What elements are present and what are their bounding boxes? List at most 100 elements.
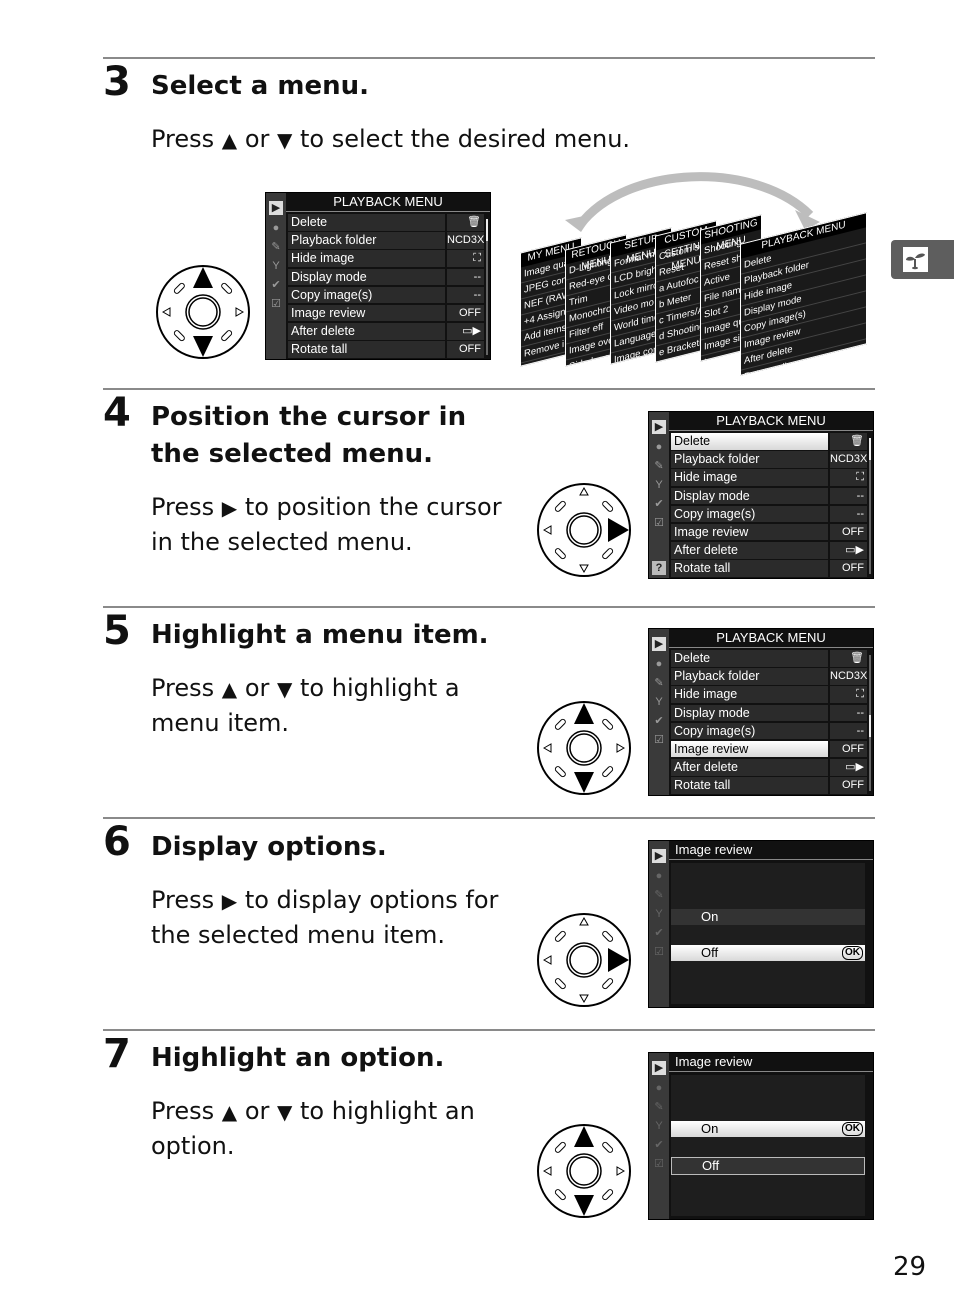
hide-image-icon: ⛶ (830, 469, 867, 486)
scroll-thumb[interactable] (486, 219, 488, 241)
options-list: On OK Off (671, 1075, 865, 1216)
scrollbar[interactable] (486, 219, 488, 355)
menu-item-selected[interactable]: Delete 🗑 (671, 433, 867, 450)
help-icon[interactable]: ? (652, 561, 666, 575)
after-delete-icon: ▭▶ (830, 759, 867, 776)
pencil-icon[interactable]: ✎ (269, 240, 283, 254)
my-menu-icon[interactable]: ☑ (269, 297, 283, 311)
playback-icon[interactable]: ▶ (652, 1061, 666, 1075)
my-menu-icon[interactable]: ☑ (652, 945, 666, 959)
multi-selector-right-icon (537, 483, 631, 577)
playback-icon[interactable]: ▶ (269, 201, 283, 215)
camera-option-screen: ▶ ● ✎ Y ✔ ☑ Image review On OK Off (648, 1052, 874, 1220)
menu-item[interactable]: Rotate tall OFF (671, 777, 867, 794)
retouch-icon[interactable]: ✔ (652, 1138, 666, 1152)
retouch-icon[interactable]: ✔ (652, 497, 666, 511)
scrollbar[interactable] (869, 438, 871, 574)
menu-item[interactable]: Delete 🗑 (288, 214, 484, 231)
menu-item[interactable]: Copy image(s) -- (288, 286, 484, 304)
option-title: Image review (669, 841, 873, 860)
retouch-icon[interactable]: ✔ (652, 926, 666, 940)
my-menu-icon[interactable]: ☑ (652, 516, 666, 530)
menu-item[interactable]: Hide image ⛶ (671, 469, 867, 486)
menu-item[interactable]: Rotate tall OFF (288, 341, 484, 358)
camera-icon[interactable]: ● (652, 440, 666, 454)
playback-icon[interactable]: ▶ (652, 637, 666, 651)
menu-item[interactable]: Rotate tall OFF (671, 560, 867, 577)
menu-item[interactable]: After delete ▭▶ (671, 542, 867, 559)
trash-icon: 🗑 (830, 433, 867, 450)
trash-icon: 🗑 (830, 650, 867, 667)
wrench-icon[interactable]: Y (269, 259, 283, 273)
pencil-icon[interactable]: ✎ (652, 1100, 666, 1114)
menu-item[interactable]: Playback folder NCD3X (671, 451, 867, 468)
retouch-icon[interactable]: ✔ (652, 714, 666, 728)
menu-item-selected[interactable]: Image review OFF (671, 740, 867, 758)
after-delete-icon: ▭▶ (830, 542, 867, 559)
wrench-icon[interactable]: Y (652, 695, 666, 709)
multi-selector-up-down-icon (537, 701, 631, 795)
menu-item[interactable]: Delete 🗑 (671, 650, 867, 667)
camera-icon[interactable]: ● (269, 221, 283, 235)
pencil-icon[interactable]: ✎ (652, 459, 666, 473)
right-arrow-icon: ▶ (221, 889, 238, 913)
item-label: Delete (671, 650, 828, 667)
multi-selector-up-down-icon (156, 265, 250, 359)
step-instruction: Press ▲ or ▼ to highlight an option. (151, 1094, 491, 1163)
menu-item[interactable]: Playback folder NCD3X (288, 232, 484, 249)
item-label: Display mode (288, 268, 445, 286)
camera-icon[interactable]: ● (652, 1081, 666, 1095)
menu-item[interactable]: Image review OFF (288, 304, 484, 322)
my-menu-icon[interactable]: ☑ (652, 733, 666, 747)
item-label: Delete (288, 214, 445, 231)
down-arrow-icon: ▼ (277, 677, 293, 701)
step-instruction: Press ▶ to position the cursor in the se… (151, 490, 511, 559)
menu-tabs-rail: ▶ ● ✎ Y ✔ ☑ (266, 193, 286, 359)
my-menu-icon[interactable]: ☑ (652, 1157, 666, 1171)
item-label: After delete (671, 759, 828, 776)
menu-item[interactable]: Display mode -- (671, 704, 867, 722)
option-on-selected[interactable]: On OK (671, 1121, 865, 1137)
menu-item[interactable]: Copy image(s) -- (671, 722, 867, 740)
menu-item[interactable]: Hide image ⛶ (671, 686, 867, 703)
option-off-selected[interactable]: Off OK (671, 945, 865, 961)
item-label: Playback folder (671, 451, 828, 468)
menu-item[interactable]: Playback folder NCD3X (671, 668, 867, 685)
menu-item[interactable]: Copy image(s) -- (671, 505, 867, 523)
menu-item[interactable]: Image review OFF (671, 523, 867, 541)
camera-icon[interactable]: ● (652, 657, 666, 671)
wrench-icon[interactable]: Y (652, 478, 666, 492)
wrench-icon[interactable]: Y (652, 1119, 666, 1133)
menu-item[interactable]: Hide image ⛶ (288, 250, 484, 267)
item-label: Rotate tall (288, 341, 445, 358)
menu-item[interactable]: Display mode -- (671, 487, 867, 505)
text: or (237, 125, 277, 153)
camera-icon[interactable]: ● (652, 869, 666, 883)
item-label: Hide image (671, 686, 828, 703)
up-arrow-icon: ▲ (221, 677, 238, 701)
scrollbar[interactable] (869, 655, 871, 791)
step-number: 4 (103, 390, 131, 436)
option-off[interactable]: Off (671, 1157, 865, 1175)
retouch-icon[interactable]: ✔ (269, 278, 283, 292)
wrench-icon[interactable]: Y (652, 907, 666, 921)
playback-icon[interactable]: ▶ (652, 420, 666, 434)
pencil-icon[interactable]: ✎ (652, 888, 666, 902)
item-label: Delete (671, 433, 828, 450)
menu-item[interactable]: After delete ▭▶ (288, 323, 484, 340)
section-divider (103, 817, 875, 819)
option-on[interactable]: On (671, 909, 865, 925)
item-label: Copy image(s) (671, 722, 828, 740)
menu-item[interactable]: Display mode -- (288, 268, 484, 286)
playback-icon[interactable]: ▶ (652, 849, 666, 863)
pencil-icon[interactable]: ✎ (652, 676, 666, 690)
menu-item[interactable]: After delete ▭▶ (671, 759, 867, 776)
item-value: OFF (830, 523, 867, 541)
scroll-thumb[interactable] (869, 438, 871, 460)
item-label: Display mode (671, 704, 828, 722)
item-value: -- (830, 722, 867, 740)
scroll-thumb[interactable] (869, 715, 871, 737)
section-divider (103, 1029, 875, 1031)
multi-selector-right-icon (537, 913, 631, 1007)
text: or (237, 674, 277, 702)
